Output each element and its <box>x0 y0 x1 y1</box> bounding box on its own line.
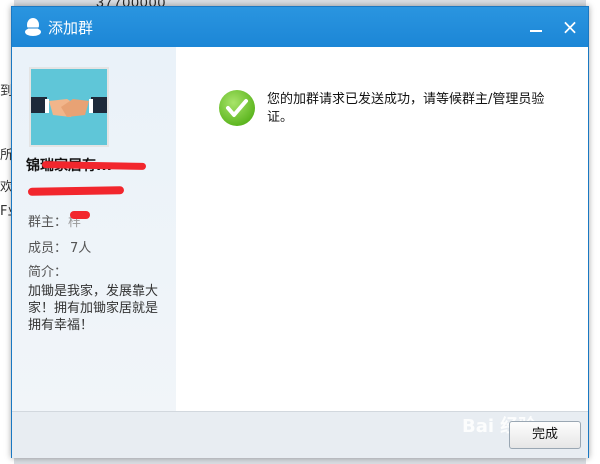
members-value: 7人 <box>70 241 92 256</box>
redaction-mark <box>70 211 90 219</box>
dialog-title: 添加群 <box>48 19 94 37</box>
members-label: 成员： <box>28 241 68 256</box>
title-bar[interactable]: 添加群 × <box>12 7 588 47</box>
handshake-icon <box>31 97 107 117</box>
redaction-mark <box>27 186 125 196</box>
intro-label: 简介： <box>28 265 68 280</box>
group-intro-text: 加锄是我家，发展靠大家！拥有加锄家居就是拥有幸福！ <box>28 284 159 333</box>
minimize-icon <box>530 30 542 32</box>
success-message: 您的加群请求已发送成功，请等候群主/管理员验证。 <box>267 92 545 125</box>
owner-label: 群主： <box>28 215 68 230</box>
close-button[interactable]: × <box>556 13 584 41</box>
add-group-dialog: 添加群 × 锦瑞家居有... 群主： 样 成员： 7人 简介： 加锄是我家，发展… <box>11 6 589 458</box>
qq-penguin-icon <box>25 18 41 36</box>
done-button[interactable]: 完成 <box>509 421 581 449</box>
minimize-button[interactable] <box>524 13 548 41</box>
success-check-icon <box>219 90 255 126</box>
dialog-footer: Bai 经验 完成 <box>12 411 588 458</box>
group-avatar <box>29 67 109 147</box>
group-info-panel: 锦瑞家居有... 群主： 样 成员： 7人 简介： 加锄是我家，发展靠大家！拥有… <box>12 47 176 411</box>
